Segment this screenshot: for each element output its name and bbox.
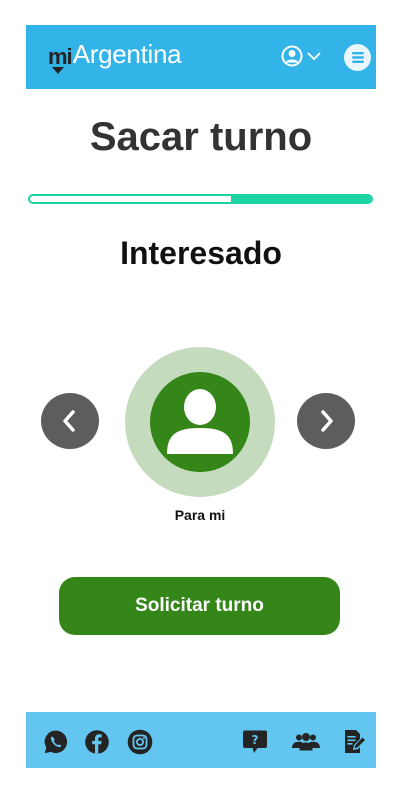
progress-bar	[28, 194, 373, 204]
instagram-link[interactable]	[127, 729, 153, 755]
app-screen: mi Argentina Sacar turno Interesado Para…	[26, 25, 376, 768]
chevron-right-icon	[321, 410, 333, 432]
help-chat-icon: ?	[243, 730, 267, 753]
document-edit-icon	[345, 730, 365, 753]
logo-mi-text: mi	[48, 45, 73, 74]
logo-argentina-text: Argentina	[72, 39, 182, 69]
whatsapp-link[interactable]	[43, 729, 69, 755]
page-title: Sacar turno	[89, 115, 313, 159]
person-icon	[167, 389, 233, 454]
option-para-mi[interactable]	[125, 347, 275, 497]
progress-fill	[231, 196, 371, 202]
facebook-link[interactable]	[84, 729, 110, 755]
community-link[interactable]	[291, 729, 321, 755]
mi-argentina-logo[interactable]: mi Argentina	[48, 39, 182, 74]
community-icon	[292, 733, 320, 751]
avatar-circle	[150, 372, 250, 472]
top-header: mi Argentina	[26, 25, 376, 89]
solicitar-turno-button[interactable]: Solicitar turno	[59, 577, 340, 635]
previous-option-button[interactable]	[41, 393, 99, 449]
instagram-icon	[127, 729, 153, 755]
user-circle-icon	[281, 45, 303, 67]
help-chat-link[interactable]: ?	[242, 729, 268, 755]
logo-pointer-icon	[52, 67, 64, 74]
document-edit-link[interactable]	[342, 729, 368, 755]
section-title: Interesado	[120, 235, 282, 271]
chevron-left-icon	[63, 410, 75, 432]
user-account-button[interactable]	[281, 44, 325, 68]
hamburger-menu-button[interactable]	[344, 44, 371, 71]
chevron-down-icon	[307, 52, 321, 61]
next-option-button[interactable]	[297, 393, 355, 449]
footer-bar: ?	[26, 712, 376, 768]
whatsapp-icon	[44, 730, 68, 754]
facebook-icon	[85, 730, 109, 754]
option-label: Para mi	[174, 507, 226, 523]
hamburger-menu-icon	[351, 52, 364, 63]
svg-text:?: ?	[252, 733, 259, 747]
